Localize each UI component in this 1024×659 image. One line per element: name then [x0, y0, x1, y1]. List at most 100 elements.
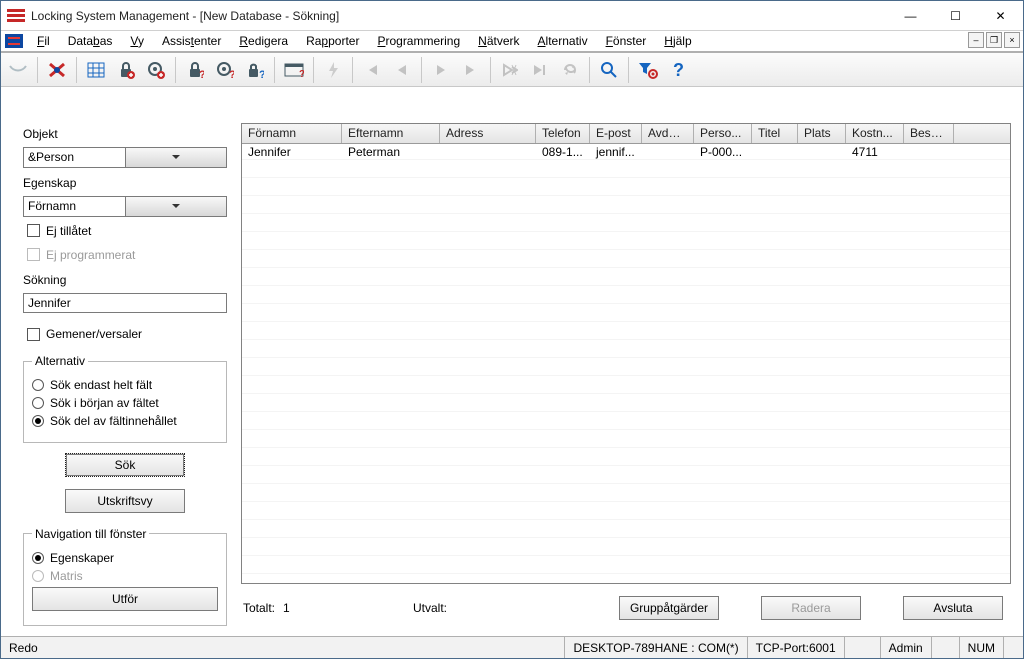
tool-transponder-properties-icon[interactable]: ? — [210, 55, 240, 85]
radio-borjan[interactable]: Sök i början av fältet — [32, 396, 218, 410]
ej-tillatet-checkbox[interactable]: Ej tillåtet — [27, 224, 227, 238]
avsluta-button[interactable]: Avsluta — [903, 596, 1003, 620]
alternativ-group: Alternativ Sök endast helt fält Sök i bö… — [23, 354, 227, 443]
status-host: DESKTOP-789HANE : COM(*) — [564, 637, 746, 658]
results-grid[interactable]: Förnamn Efternamn Adress Telefon E-post … — [241, 123, 1011, 584]
menu-fonster[interactable]: Fönster — [598, 34, 655, 48]
menu-vy[interactable]: Vy — [122, 34, 152, 48]
gruppatgarder-button[interactable]: Gruppåtgärder — [619, 596, 719, 620]
menu-assistenter[interactable]: Assistenter — [154, 34, 229, 48]
radera-button: Radera — [761, 596, 861, 620]
results-footer: Totalt: 1 Utvalt: Gruppåtgärder Radera A… — [241, 592, 1011, 628]
tool-window-icon[interactable]: ? — [279, 55, 309, 85]
menu-natverk[interactable]: Nätverk — [470, 34, 527, 48]
mdi-window-controls: – ❐ × — [968, 32, 1020, 48]
tool-filter-gear-icon[interactable] — [633, 55, 663, 85]
table-row[interactable]: Jennifer Peterman 089-1... jennif... P-0… — [242, 144, 1010, 162]
menu-databas[interactable]: Databas — [60, 34, 121, 48]
menu-programmering[interactable]: Programmering — [369, 34, 468, 48]
radio-del[interactable]: Sök del av fältinnehållet — [32, 414, 218, 428]
col-epost[interactable]: E-post — [590, 124, 642, 143]
mdi-restore-button[interactable]: ❐ — [986, 32, 1002, 48]
col-beskri[interactable]: Beskri... — [904, 124, 954, 143]
tool-lock-properties-icon[interactable]: ? — [180, 55, 210, 85]
col-adress[interactable]: Adress — [440, 124, 536, 143]
toolbar: ? ? ? ? ? — [1, 53, 1023, 87]
col-kostn[interactable]: Kostn... — [846, 124, 904, 143]
tool-new-lock-icon[interactable] — [111, 55, 141, 85]
status-user: Admin — [880, 637, 931, 658]
utvalt-label: Utvalt: — [413, 601, 447, 615]
radio-matris: Matris — [32, 569, 218, 583]
tool-login-icon[interactable] — [3, 55, 33, 85]
search-panel: Objekt &Person Egenskap Förnamn Ej tillå… — [23, 123, 227, 628]
status-num: NUM — [959, 637, 1003, 658]
egenskap-label: Egenskap — [23, 176, 227, 190]
tool-lockplan-icon[interactable] — [42, 55, 72, 85]
tool-new-transponder-icon[interactable] — [141, 55, 171, 85]
tool-first-icon[interactable] — [357, 55, 387, 85]
tool-lock-read-icon[interactable]: ? — [240, 55, 270, 85]
col-titel[interactable]: Titel — [752, 124, 798, 143]
tool-refresh-icon[interactable] — [555, 55, 585, 85]
chevron-down-icon — [125, 148, 227, 167]
close-button[interactable]: ✕ — [978, 1, 1023, 30]
totalt-value: 1 — [283, 601, 290, 615]
status-ready: Redo — [1, 637, 564, 658]
tool-help-icon[interactable]: ? — [663, 55, 693, 85]
menu-system-icon[interactable] — [5, 34, 23, 48]
tool-grid-icon[interactable] — [81, 55, 111, 85]
sokning-label: Sökning — [23, 273, 227, 287]
status-port: TCP-Port:6001 — [747, 637, 844, 658]
objekt-label: Objekt — [23, 127, 227, 141]
col-efternamn[interactable]: Efternamn — [342, 124, 440, 143]
col-telefon[interactable]: Telefon — [536, 124, 590, 143]
svg-text:?: ? — [299, 69, 304, 78]
window-title: Locking System Management - [New Databas… — [31, 9, 339, 23]
egenskap-value: Förnamn — [24, 197, 125, 216]
menu-alternativ[interactable]: Alternativ — [530, 34, 596, 48]
egenskap-select[interactable]: Förnamn — [23, 196, 227, 217]
col-perso[interactable]: Perso... — [694, 124, 752, 143]
svg-text:?: ? — [673, 61, 684, 79]
app-icon — [7, 9, 25, 23]
sokning-input[interactable]: Jennifer — [23, 293, 227, 314]
objekt-select[interactable]: &Person — [23, 147, 227, 168]
navigation-group: Navigation till fönster Egenskaper Matri… — [23, 527, 227, 626]
radio-helt-falt[interactable]: Sök endast helt fält — [32, 378, 218, 392]
case-checkbox[interactable]: Gemener/versaler — [27, 327, 227, 341]
maximize-button[interactable]: ☐ — [933, 1, 978, 30]
status-bar: Redo DESKTOP-789HANE : COM(*) TCP-Port:6… — [1, 636, 1023, 658]
title-bar: Locking System Management - [New Databas… — [1, 1, 1023, 31]
tool-next-icon[interactable] — [426, 55, 456, 85]
utskriftsvy-button[interactable]: Utskriftsvy — [65, 489, 185, 513]
minimize-button[interactable]: — — [888, 1, 933, 30]
tool-search-icon[interactable] — [594, 55, 624, 85]
menu-hjalp[interactable]: Hjälp — [656, 34, 699, 48]
mdi-minimize-button[interactable]: – — [968, 32, 984, 48]
results-panel: Förnamn Efternamn Adress Telefon E-post … — [241, 123, 1011, 628]
tool-last-icon[interactable] — [456, 55, 486, 85]
menu-redigera[interactable]: Redigera — [231, 34, 296, 48]
svg-text:?: ? — [199, 69, 204, 79]
col-avdel[interactable]: Avdel... — [642, 124, 694, 143]
svg-text:?: ? — [229, 69, 234, 79]
tool-apply-icon[interactable] — [525, 55, 555, 85]
tool-prev-icon[interactable] — [387, 55, 417, 85]
tool-cancel-icon[interactable] — [495, 55, 525, 85]
menu-bar: Fil Databas Vy Assistenter Redigera Rapp… — [1, 31, 1023, 53]
sok-button[interactable]: Sök — [65, 453, 185, 477]
grid-header: Förnamn Efternamn Adress Telefon E-post … — [242, 124, 1010, 144]
radio-egenskaper[interactable]: Egenskaper — [32, 551, 218, 565]
svg-text:?: ? — [259, 69, 264, 79]
tool-flash-icon[interactable] — [318, 55, 348, 85]
objekt-value: &Person — [24, 148, 125, 167]
menu-fil[interactable]: Fil — [29, 34, 58, 48]
totalt-label: Totalt: — [243, 601, 275, 615]
utfor-button[interactable]: Utför — [32, 587, 218, 611]
chevron-down-icon — [125, 197, 227, 216]
mdi-close-button[interactable]: × — [1004, 32, 1020, 48]
col-plats[interactable]: Plats — [798, 124, 846, 143]
col-fornamn[interactable]: Förnamn — [242, 124, 342, 143]
menu-rapporter[interactable]: Rapporter — [298, 34, 367, 48]
